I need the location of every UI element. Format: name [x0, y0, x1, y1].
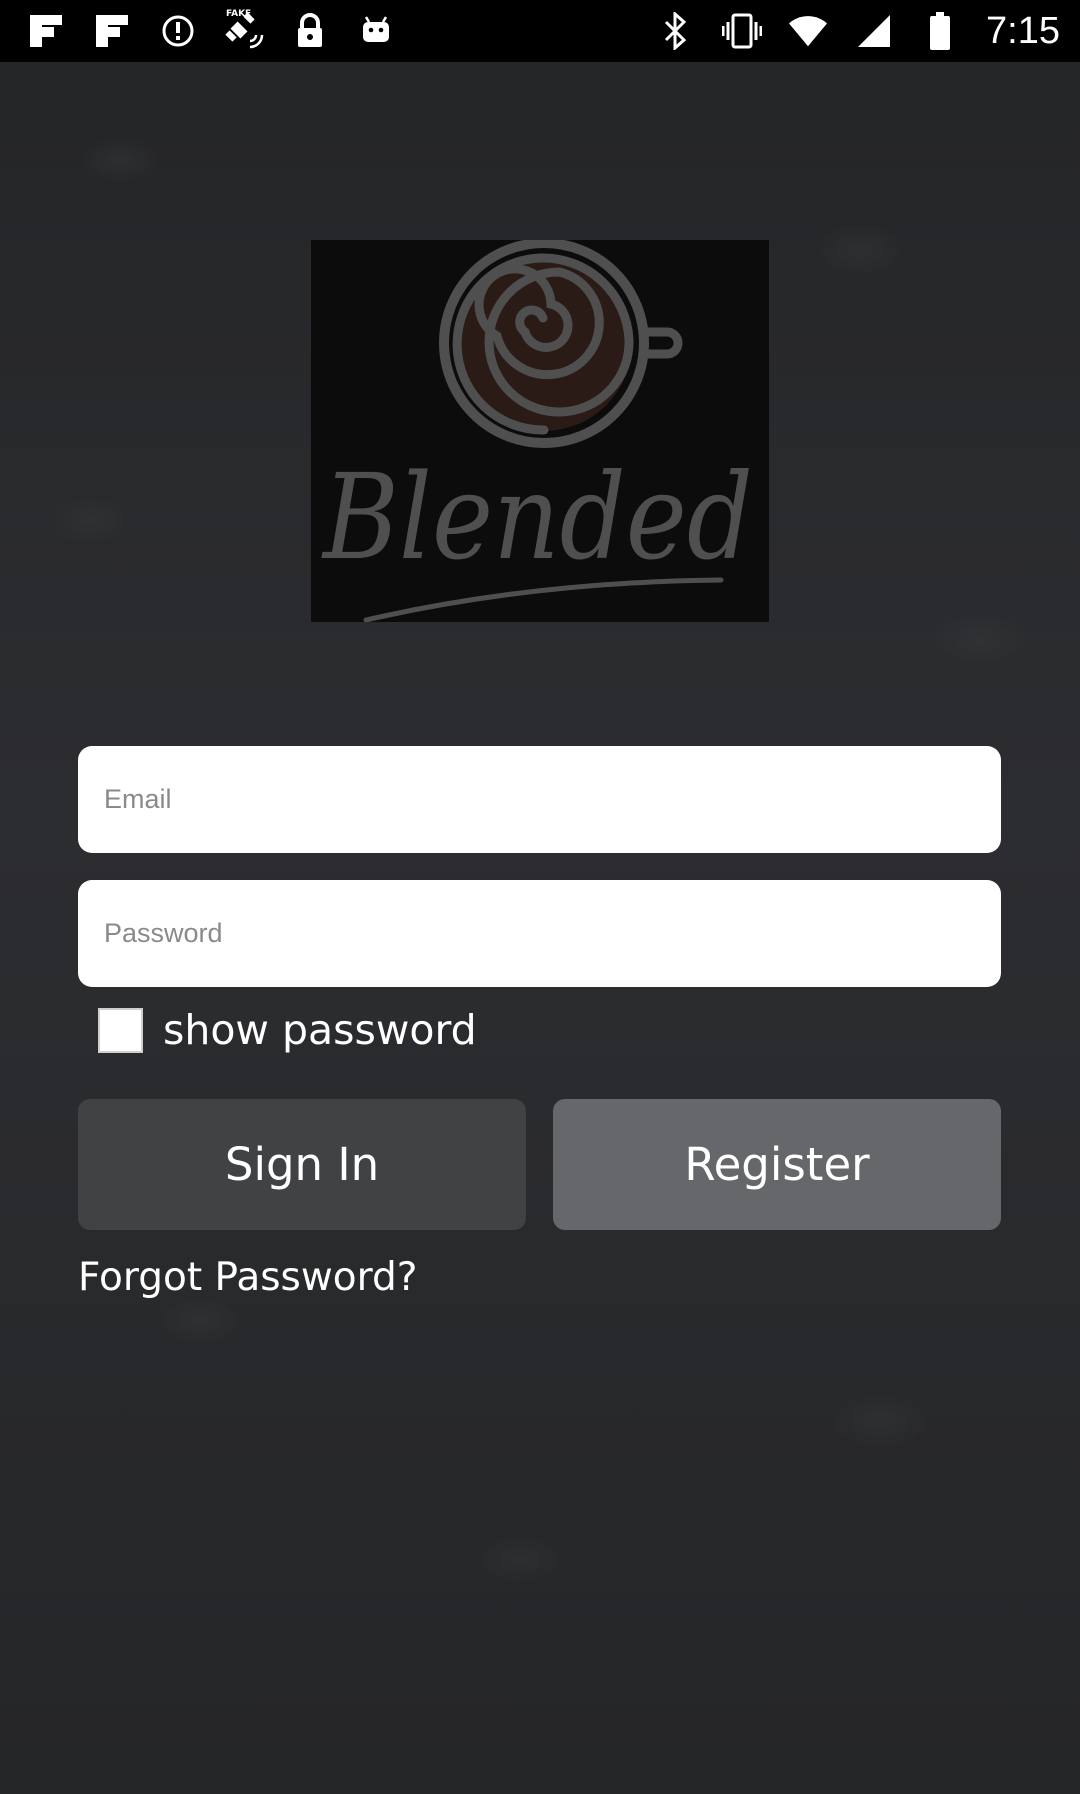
wifi-icon	[788, 11, 828, 51]
status-time: 7:15	[986, 9, 1060, 52]
flipboard-icon	[92, 11, 132, 51]
lock-icon	[290, 11, 330, 51]
show-password-checkbox[interactable]	[98, 1007, 143, 1053]
status-bar: FAKE 7:15	[0, 0, 1080, 62]
coffee-cup-swirl-icon	[439, 238, 683, 448]
android-icon	[356, 11, 396, 51]
login-screen: FAKE 7:15 Blended Email show password Si…	[0, 0, 1080, 1794]
status-icons-right: 7:15	[656, 10, 1060, 53]
signal-icon	[854, 11, 894, 51]
email-field[interactable]	[78, 746, 1001, 853]
vibrate-icon	[722, 11, 763, 51]
show-password-label: show password	[163, 1006, 477, 1054]
status-icons-left: FAKE	[26, 9, 396, 51]
flipboard-icon	[26, 11, 66, 51]
register-button[interactable]: Register	[553, 1099, 1001, 1230]
fake-label: FAKE	[226, 9, 252, 19]
sign-in-button[interactable]: Sign In	[78, 1099, 526, 1230]
forgot-password-link[interactable]: Forgot Password?	[78, 1255, 417, 1300]
password-field[interactable]	[78, 880, 1001, 987]
blended-logo: Blended	[311, 238, 769, 623]
fake-gps-satellite-icon: FAKE	[224, 9, 264, 51]
logo-wordmark: Blended	[321, 448, 753, 586]
battery-icon	[920, 11, 960, 51]
bluetooth-icon	[656, 11, 696, 51]
show-password-toggle[interactable]: show password	[98, 1006, 477, 1054]
data-saver-icon	[158, 11, 198, 51]
